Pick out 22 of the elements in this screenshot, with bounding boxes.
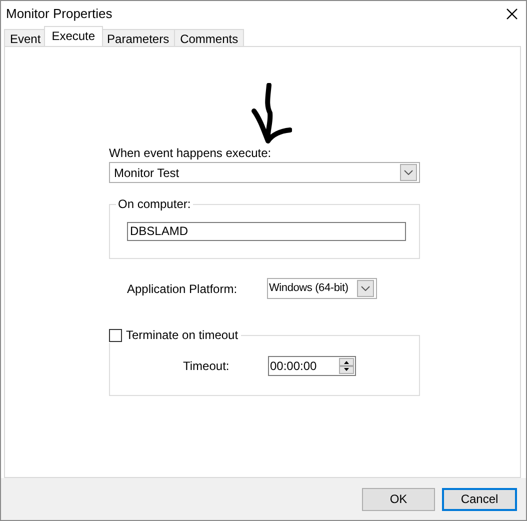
field-label: Timeout: [183, 359, 230, 374]
platform-dropdown[interactable]: Windows (64-bit) [267, 278, 377, 300]
field-label: When event happens execute: [109, 146, 272, 160]
window-title: Monitor Properties [6, 6, 112, 22]
chevron-down-icon [404, 170, 413, 176]
group-label: On computer: [116, 197, 193, 212]
checkbox[interactable] [109, 329, 122, 342]
computer-field[interactable]: DBSLAMD [127, 222, 406, 242]
field-label: Application Platform: [127, 282, 238, 296]
dialog-button[interactable]: OK [362, 488, 435, 510]
dialog-button[interactable]: Cancel [442, 488, 517, 510]
tab[interactable]: Comments [174, 29, 244, 46]
timeout-spinner[interactable]: 00:00:00 [268, 356, 356, 376]
tab[interactable]: Parameters [101, 29, 176, 46]
tab[interactable]: Event [4, 29, 47, 46]
event-dropdown[interactable]: Monitor Test [109, 162, 420, 184]
checkbox-label: Terminate on timeout [126, 328, 238, 343]
spin-arrows-icon[interactable] [339, 358, 354, 374]
chevron-down-icon [361, 286, 370, 292]
tab[interactable]: Execute [44, 26, 104, 46]
close-icon[interactable] [506, 8, 518, 20]
arrow-drawing [250, 83, 292, 146]
